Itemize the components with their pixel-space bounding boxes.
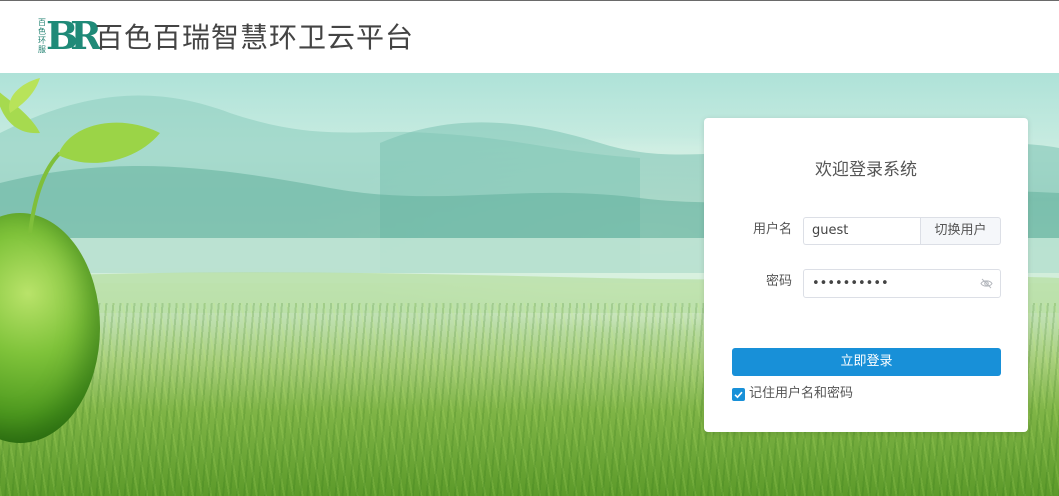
logo-letters: BR bbox=[46, 13, 102, 58]
sprout-leaves-icon bbox=[0, 78, 160, 234]
site-title: 百色百瑞智慧环卫云平台 bbox=[95, 21, 415, 54]
password-input[interactable]: •••••••••• bbox=[803, 269, 1001, 298]
username-input[interactable]: guest bbox=[803, 217, 921, 245]
header: 百色环服 BR 百色百瑞智慧环卫云平台 bbox=[0, 0, 1059, 73]
remember-label[interactable]: 记住用户名和密码 bbox=[749, 385, 853, 403]
login-button[interactable]: 立即登录 bbox=[732, 348, 1001, 376]
switch-user-button[interactable]: 切换用户 bbox=[920, 217, 1001, 245]
remember-checkbox[interactable] bbox=[732, 387, 745, 401]
eye-off-icon[interactable] bbox=[980, 277, 993, 290]
username-label: 用户名 bbox=[752, 222, 792, 237]
remember-me[interactable]: 记住用户名和密码 bbox=[732, 385, 853, 403]
login-title: 欢迎登录系统 bbox=[815, 160, 917, 180]
password-label: 密码 bbox=[765, 274, 792, 289]
logo: 百色环服 BR bbox=[36, 15, 102, 58]
check-icon bbox=[734, 391, 743, 398]
login-panel: 欢迎登录系统 用户名 guest 切换用户 密码 •••••••••• 立即登录… bbox=[704, 118, 1028, 432]
